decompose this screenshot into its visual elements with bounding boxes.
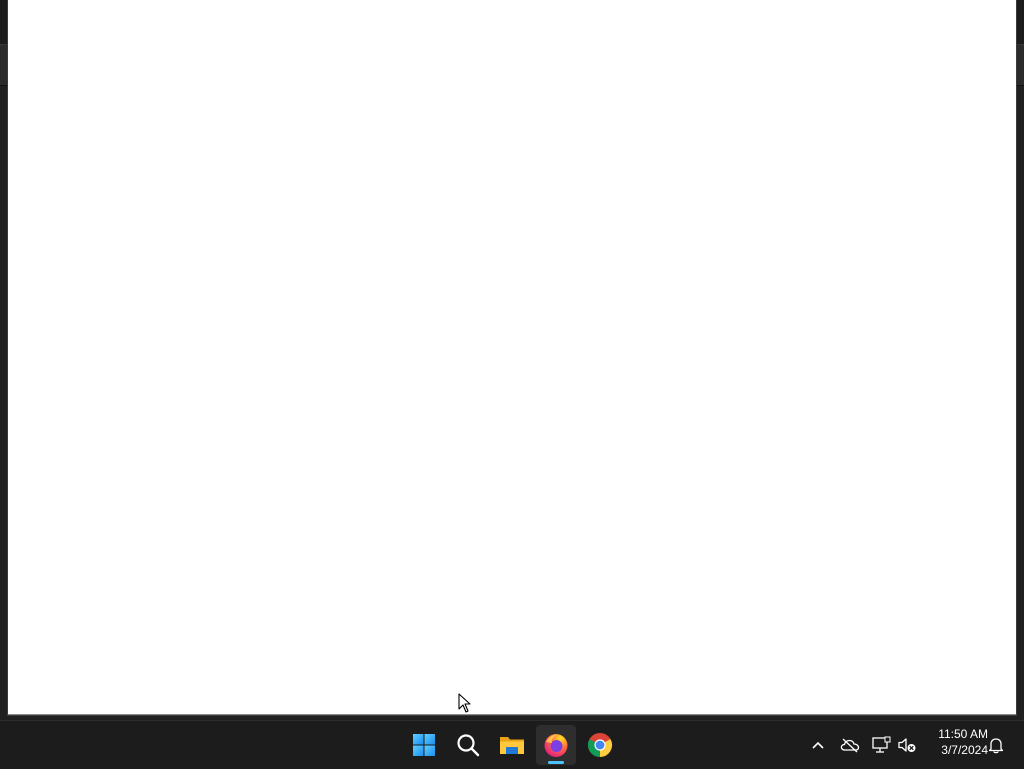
blank-window[interactable] [8, 0, 1016, 715]
chevron-up-icon [812, 741, 824, 749]
chrome-button[interactable] [580, 725, 620, 765]
show-hidden-icons-button[interactable] [806, 733, 830, 757]
chrome-icon [587, 733, 613, 757]
search-icon [457, 734, 480, 757]
folder-icon [500, 737, 524, 754]
firefox-button[interactable] [536, 725, 576, 765]
network-icon [872, 736, 891, 753]
onedrive-tray-button[interactable] [838, 733, 862, 757]
clock-date: 3/7/2024 [941, 743, 988, 757]
active-app-indicator [548, 761, 564, 764]
firefox-icon [544, 734, 568, 757]
clock-time: 11:50 AM [938, 727, 988, 741]
volume-muted-icon [898, 738, 916, 752]
notification-bell-icon [988, 738, 1004, 754]
volume-tray-button[interactable] [895, 733, 919, 757]
windows-logo-icon [413, 734, 435, 756]
file-explorer-button[interactable] [492, 725, 532, 765]
onedrive-offline-icon [840, 738, 860, 753]
taskbar [0, 720, 1024, 769]
search-button[interactable] [448, 725, 488, 765]
desktop [0, 0, 1024, 720]
network-tray-button[interactable] [869, 733, 893, 757]
taskbar-clock[interactable]: 11:50 AM 3/7/2024 [922, 726, 988, 762]
start-button[interactable] [404, 725, 444, 765]
mouse-pointer-icon [458, 693, 471, 713]
